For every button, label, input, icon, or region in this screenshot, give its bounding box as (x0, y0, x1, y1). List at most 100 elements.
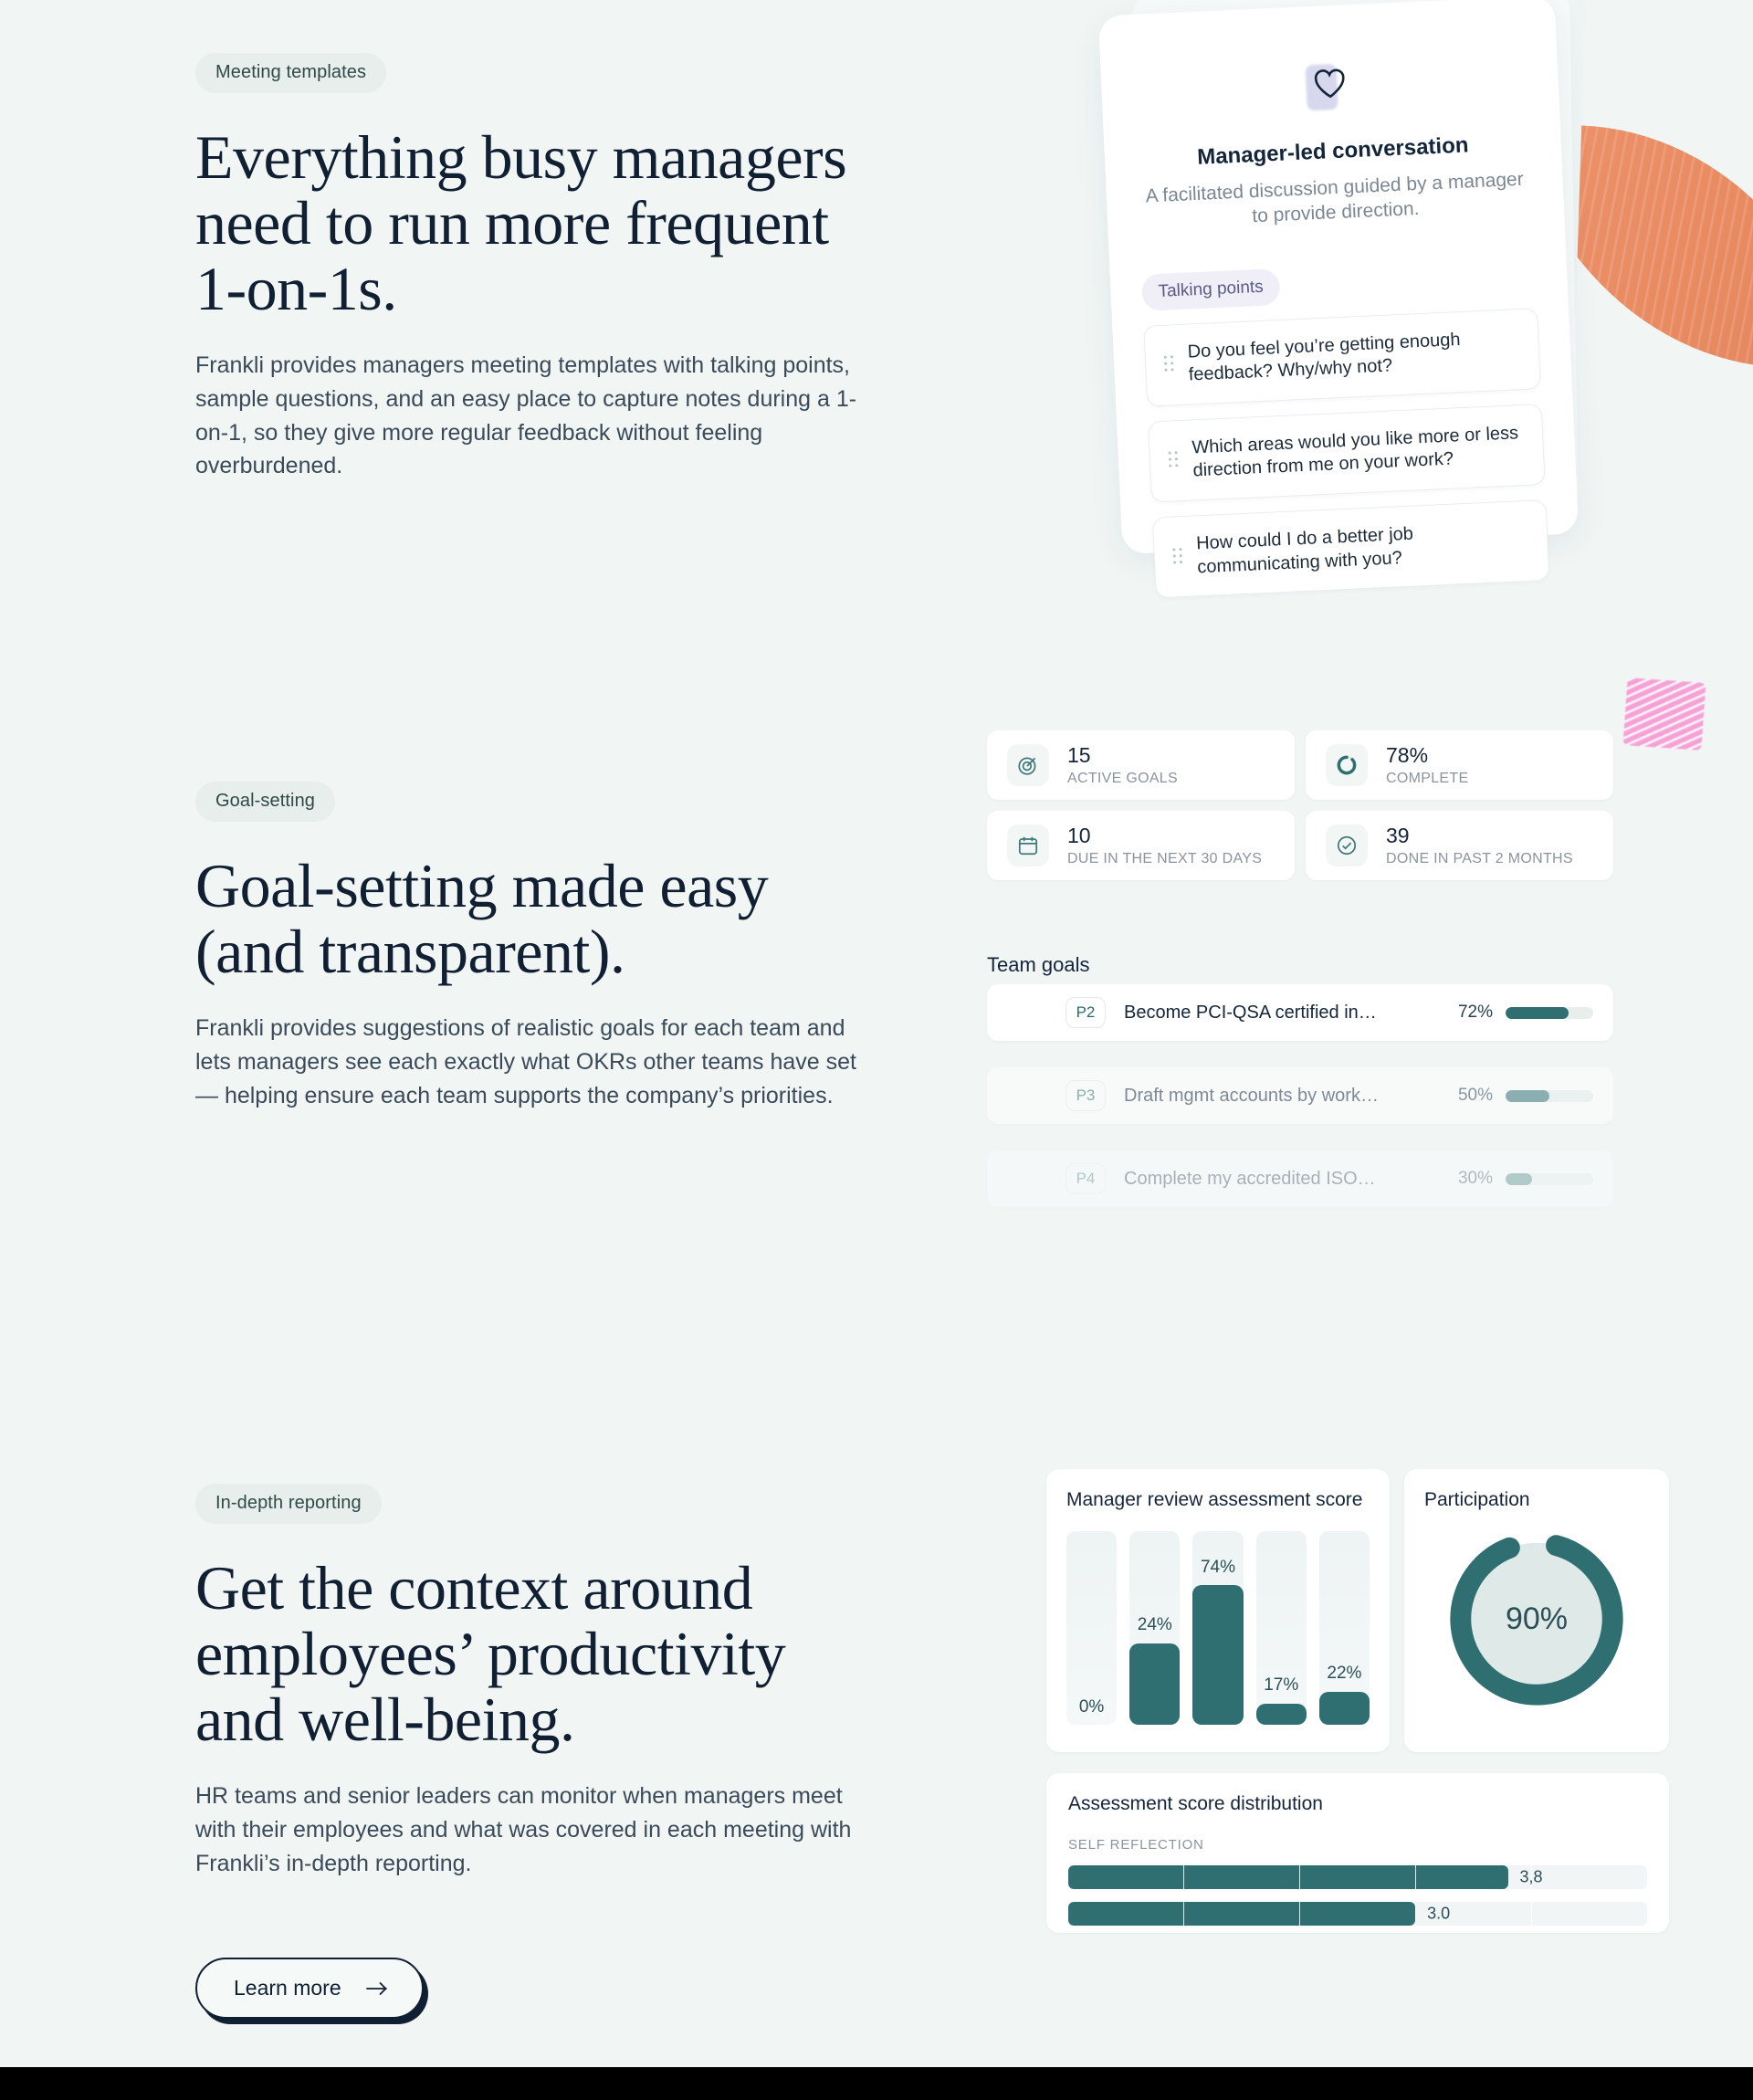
page-root: Meeting templates Everything busy manage… (0, 0, 1753, 2100)
section-body-meeting-templates: Frankli provides managers meeting templa… (195, 352, 857, 479)
meeting-card-title: Manager-led conversation (1196, 132, 1470, 170)
bar-column: 17% (1255, 1531, 1307, 1725)
participation-chart-card: Participation 90% (1404, 1469, 1669, 1752)
talking-points-badge: Talking points (1140, 268, 1281, 311)
stat-label: ACTIVE GOALS (1067, 770, 1178, 786)
meeting-card-subtitle: A facilitated discussion guided by a man… (1145, 168, 1525, 227)
goal-progress-bar (1506, 1006, 1593, 1019)
bar-value-label: 17% (1264, 1675, 1299, 1696)
stat-value: 10 (1067, 824, 1091, 848)
bar-column: 22% (1318, 1531, 1370, 1725)
bar-fill (1255, 1703, 1307, 1725)
target-icon (1007, 744, 1049, 786)
chart-title-distribution: Assessment score distribution (1068, 1793, 1323, 1814)
bar-value-label: 0% (1078, 1697, 1105, 1717)
goal-percent: 30% (1457, 1169, 1493, 1188)
progress-ring-icon (1326, 744, 1368, 786)
distribution-track: 3,8 (1068, 1865, 1647, 1889)
goal-name: Complete my accredited ISO… (1124, 1168, 1376, 1189)
section-pill-meeting-templates: Meeting templates (195, 53, 387, 93)
team-goals-heading: Team goals (987, 953, 1090, 976)
assessment-score-distribution-card: Assessment score distribution SELF REFLE… (1046, 1773, 1669, 1933)
stat-label: DONE IN PAST 2 MONTHS (1386, 850, 1573, 866)
table-row[interactable]: P4 Complete my accredited ISO… 30% (987, 1150, 1613, 1207)
learn-more-button[interactable]: Learn more (195, 1958, 424, 2019)
priority-chip: P3 (1065, 1080, 1106, 1111)
bar-column: 0% (1066, 1531, 1118, 1725)
stat-card-active-goals[interactable]: 15 ACTIVE GOALS (987, 730, 1295, 800)
arrow-right-icon (365, 1980, 389, 1997)
avatar-group (1002, 1076, 1055, 1116)
bar-track (1066, 1531, 1118, 1725)
goal-name: Draft mgmt accounts by work… (1124, 1085, 1379, 1106)
section-pill-in-depth-reporting: In-depth reporting (195, 1484, 382, 1524)
goal-progress-bar (1506, 1089, 1593, 1102)
bar-value-label: 22% (1327, 1664, 1362, 1684)
section-in-depth-reporting: In-depth reporting Get the context aroun… (195, 1484, 862, 1880)
distribution-ticks (1068, 1902, 1647, 1926)
distribution-track: 3.0 (1068, 1902, 1647, 1926)
stat-value: 15 (1067, 743, 1091, 768)
bar-column: 74% (1192, 1531, 1244, 1725)
priority-chip: P4 (1065, 1163, 1106, 1194)
avatar (1002, 1076, 1038, 1112)
distribution-value-label: 3,8 (1519, 1867, 1543, 1886)
bar-column: 24% (1129, 1531, 1181, 1725)
talking-point-text: Do you feel you’re getting enough feedba… (1187, 329, 1461, 385)
heart-icon (1314, 68, 1345, 99)
section-meeting-templates: Meeting templates Everything busy manage… (195, 53, 862, 483)
priority-chip: P2 (1065, 997, 1106, 1028)
bar-chart: 0% 24% 74% 17% 22% (1066, 1531, 1370, 1725)
stat-card-done-past-2-months[interactable]: 39 DONE IN PAST 2 MONTHS (1306, 811, 1613, 880)
distribution-group-label: SELF REFLECTION (1068, 1837, 1204, 1853)
distribution-value-label: 3.0 (1427, 1904, 1451, 1923)
talking-point-text: Which areas would you like more or less … (1191, 423, 1519, 481)
goal-stats-grid: 15 ACTIVE GOALS 78% COMPLETE 10 DUE IN T… (987, 730, 1613, 880)
goal-progress-bar (1506, 1172, 1593, 1185)
talking-point-item[interactable]: Do you feel you’re getting enough feedba… (1143, 307, 1541, 407)
chart-title-participation: Participation (1424, 1489, 1530, 1510)
distribution-ticks (1068, 1865, 1647, 1889)
drag-handle-icon[interactable] (1163, 355, 1174, 373)
pink-scribble-decoration (1622, 677, 1706, 751)
table-row[interactable]: P2 Become PCI-QSA certified in… 72% (987, 984, 1613, 1041)
donut-center-label: 90% (1505, 1601, 1569, 1636)
bar-fill (1129, 1643, 1181, 1725)
stat-label: DUE IN THE NEXT 30 DAYS (1067, 850, 1263, 866)
learn-more-label: Learn more (234, 1976, 341, 2000)
talking-point-text: How could I do a better job communicatin… (1195, 523, 1414, 577)
distribution-row: 3.0 (1068, 1902, 1647, 1926)
bar-value-label: 74% (1200, 1557, 1236, 1577)
drag-handle-icon[interactable] (1172, 547, 1183, 566)
section-goal-setting: Goal-setting Goal-setting made easy (and… (195, 782, 862, 1112)
table-row[interactable]: P3 Draft mgmt accounts by work… 50% (987, 1067, 1613, 1124)
check-circle-icon (1326, 824, 1368, 866)
goal-percent: 72% (1457, 1003, 1493, 1022)
avatar (1018, 1159, 1055, 1195)
meeting-template-card[interactable]: Manager-led conversation A facilitated d… (1097, 0, 1580, 599)
page-title-in-depth-reporting: Get the context around employees’ produc… (195, 1553, 786, 1755)
section-body-goal-setting: Frankli provides suggestions of realisti… (195, 1015, 856, 1108)
goal-percent: 50% (1457, 1086, 1493, 1105)
calendar-icon (1007, 824, 1049, 866)
stat-label: COMPLETE (1386, 770, 1469, 786)
avatar-group (1002, 1159, 1055, 1199)
bar-value-label: 24% (1137, 1615, 1172, 1635)
page-title-meeting-templates: Everything busy managers need to run mor… (195, 122, 847, 324)
stat-value: 78% (1386, 743, 1429, 768)
stat-card-complete[interactable]: 78% COMPLETE (1306, 730, 1613, 800)
talking-point-item[interactable]: How could I do a better job communicatin… (1151, 499, 1550, 599)
meeting-template-card-stack: Manager-led conversation A facilitated d… (1097, 0, 1622, 599)
section-body-in-depth-reporting: HR teams and senior leaders can monitor … (195, 1783, 852, 1876)
manager-review-assessment-chart-card: Manager review assessment score 0% 24% 7… (1046, 1469, 1390, 1752)
chart-title-manager-review: Manager review assessment score (1066, 1489, 1363, 1510)
goal-name: Become PCI-QSA certified in… (1124, 1002, 1377, 1023)
stat-card-due-next-30-days[interactable]: 10 DUE IN THE NEXT 30 DAYS (987, 811, 1295, 880)
drag-handle-icon[interactable] (1168, 451, 1179, 470)
team-goals-list: P2 Become PCI-QSA certified in… 72% P3 D… (987, 984, 1613, 1234)
page-title-goal-setting: Goal-setting made easy (and transparent)… (195, 851, 769, 987)
distribution-row: 3,8 (1068, 1865, 1647, 1889)
donut-chart: 90% (1424, 1524, 1649, 1714)
talking-points-list: Do you feel you’re getting enough feedba… (1143, 307, 1550, 599)
talking-point-item[interactable]: Which areas would you like more or less … (1148, 403, 1546, 503)
